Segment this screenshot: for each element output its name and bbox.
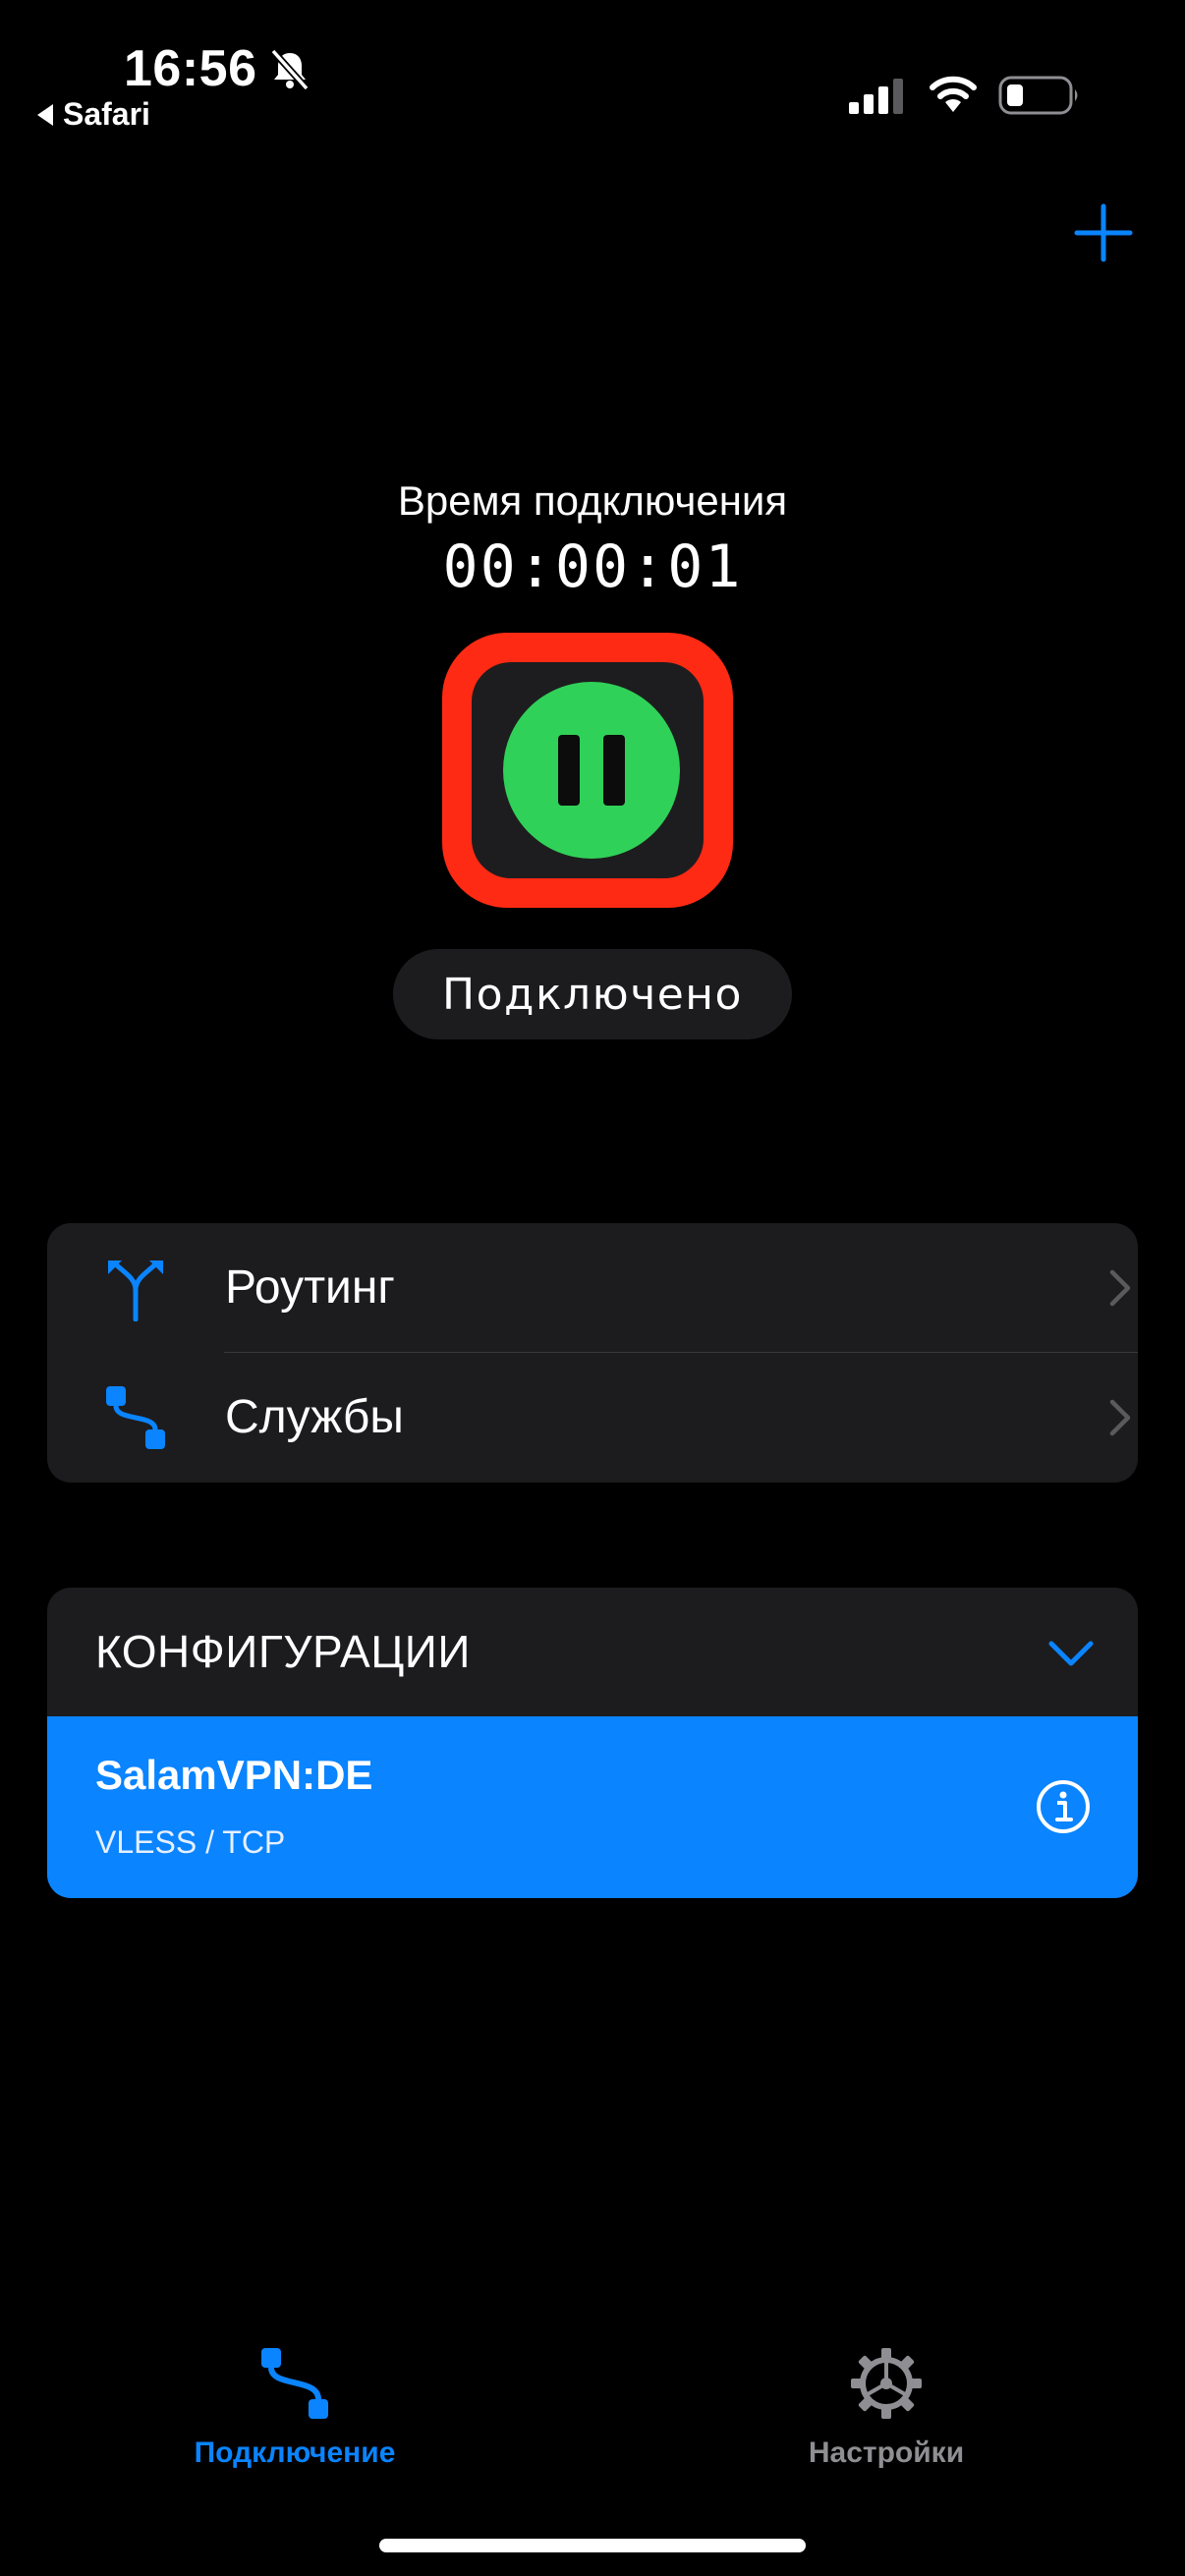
configuration-protocol: VLESS / TCP [95,1824,286,1860]
status-time: 16:56 [124,40,257,97]
cellular-signal-icon [849,79,903,114]
battery-icon [998,76,1078,115]
home-indicator[interactable] [379,2539,806,2552]
tab-connection[interactable]: Подключение [147,2338,442,2486]
connection-status-badge: Подключено [393,949,792,1039]
add-configuration-button[interactable] [1073,202,1134,263]
chevron-right-icon [1109,1399,1131,1436]
back-arrow-icon [37,103,53,126]
configurations-card: КОНФИГУРАЦИИ SalamVPN:DE VLESS / TCP [47,1588,1138,1898]
pause-icon [558,735,580,806]
menu-card: Роутинг Службы [47,1223,1138,1483]
menu-item-label: Службы [225,1391,404,1443]
configurations-header[interactable]: КОНФИГУРАЦИИ [47,1588,1138,1716]
chevron-down-icon [1048,1641,1094,1666]
connection-timer: 00:00:01 [442,532,743,601]
menu-item-services[interactable]: Службы [47,1353,1138,1482]
tab-label: Подключение [194,2436,396,2469]
tab-settings[interactable]: Настройки [739,2338,1034,2486]
gear-icon [851,2348,922,2419]
tab-label: Настройки [808,2436,965,2469]
wifi-icon [930,76,977,112]
info-icon[interactable] [1036,1779,1091,1834]
services-icon [106,1386,165,1449]
configuration-name: SalamVPN:DE [95,1752,373,1798]
configurations-title: КОНФИГУРАЦИИ [95,1626,471,1677]
configuration-item[interactable]: SalamVPN:DE VLESS / TCP [47,1716,1138,1898]
connection-icon [261,2348,328,2419]
back-app-label: Safari [63,96,150,132]
chevron-right-icon [1109,1269,1131,1307]
bell-slash-icon [270,48,310,91]
menu-item-label: Роутинг [225,1261,395,1314]
menu-item-routing[interactable]: Роутинг [47,1223,1138,1352]
connection-time-label: Время подключения [397,477,788,524]
back-to-app-link[interactable]: Safari [37,96,150,133]
routing-icon [108,1260,163,1321]
disconnect-button[interactable] [503,682,680,859]
